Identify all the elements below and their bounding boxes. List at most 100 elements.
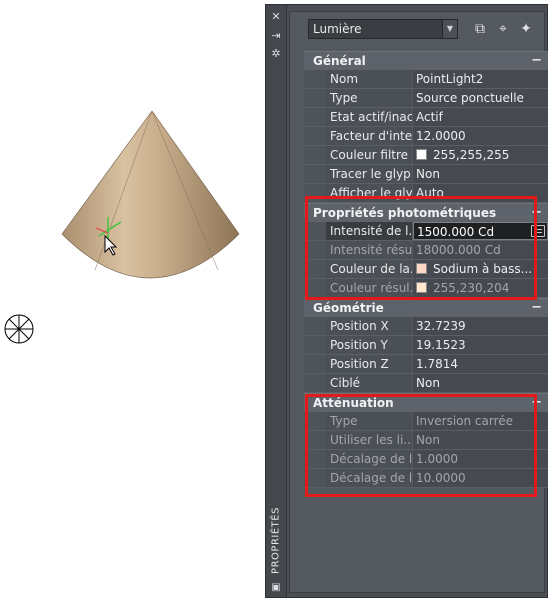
property-name: Position X xyxy=(326,317,412,335)
property-row[interactable]: Etat actif/inac... Actif xyxy=(304,108,548,127)
property-value[interactable]: 255,255,255 xyxy=(413,146,548,164)
color-swatch-icon xyxy=(416,263,427,274)
toggle-pickadd-button[interactable]: ✦ xyxy=(516,20,536,38)
property-row[interactable]: Décalage de l... 1.0000 xyxy=(304,450,548,469)
row-gutter xyxy=(304,336,326,354)
scene-svg xyxy=(4,110,240,344)
property-value: 10.0000 xyxy=(413,469,548,487)
select-objects-button[interactable]: ⌖ xyxy=(493,20,513,38)
palette-toolbar: Lumière ▼ ⧉ ⌖ ✦ xyxy=(308,19,550,41)
row-gutter xyxy=(304,222,326,240)
property-row[interactable]: Intensité de l... 1500.000 Cd xyxy=(304,222,548,241)
drawing-viewport[interactable] xyxy=(0,0,265,600)
property-value[interactable]: 32.7239 xyxy=(413,317,548,335)
properties-palette: ✕ ⇥ ✲ PROPRIÉTÉS ▣ Lumière ▼ ⧉ ⌖ ✦ Génér… xyxy=(265,4,548,598)
property-name: Etat actif/inac... xyxy=(326,108,412,126)
row-gutter xyxy=(304,412,326,430)
property-name: Position Z xyxy=(326,355,412,373)
property-value-input[interactable]: 1500.000 Cd xyxy=(413,222,548,240)
property-value-text: 1500.000 Cd xyxy=(417,225,495,239)
collapse-icon[interactable]: − xyxy=(531,394,542,412)
property-value[interactable]: Source ponctuelle xyxy=(413,89,548,107)
section-header-general[interactable]: Général − xyxy=(304,51,548,70)
property-name: Ciblé xyxy=(326,374,412,392)
quick-select-icon: ⧉ xyxy=(475,21,485,37)
property-row[interactable]: Décalage de l... 10.0000 xyxy=(304,469,548,488)
property-row[interactable]: Afficher le gly... Auto xyxy=(304,184,548,203)
collapse-icon[interactable]: − xyxy=(531,299,542,317)
collapse-icon[interactable]: − xyxy=(531,52,542,70)
property-row[interactable]: Utiliser les li... Non xyxy=(304,431,548,450)
property-value-text: Actif xyxy=(416,110,443,124)
row-gutter xyxy=(304,317,326,335)
property-value-text: Source ponctuelle xyxy=(416,91,524,105)
property-value: 1.0000 xyxy=(413,450,548,468)
property-name: Afficher le gly... xyxy=(326,184,412,202)
row-gutter xyxy=(304,260,326,278)
collapse-icon[interactable]: − xyxy=(531,204,542,222)
property-row[interactable]: Position Y 19.1523 xyxy=(304,336,548,355)
property-value[interactable]: 19.1523 xyxy=(413,336,548,354)
property-name: Intensité résu... xyxy=(326,241,412,259)
property-value-text: Non xyxy=(416,433,440,447)
property-value: 255,230,204 xyxy=(413,279,548,297)
property-value[interactable]: 12.0000 xyxy=(413,127,548,145)
property-row[interactable]: Ciblé Non xyxy=(304,374,548,393)
property-value-text: Non xyxy=(416,376,440,390)
property-name: Position Y xyxy=(326,336,412,354)
settings-icon[interactable]: ✲ xyxy=(269,47,283,61)
property-name: Utiliser les li... xyxy=(326,431,412,449)
property-value[interactable]: Actif xyxy=(413,108,548,126)
property-row[interactable]: Type Inversion carrée xyxy=(304,412,548,431)
section-header-geometrie[interactable]: Géométrie − xyxy=(304,298,548,317)
property-row[interactable]: Couleur résul... 255,230,204 xyxy=(304,279,548,298)
row-gutter xyxy=(304,450,326,468)
palette-menu-icon[interactable]: ▣ xyxy=(269,581,283,595)
select-objects-icon: ⌖ xyxy=(499,21,507,37)
property-value-text: 255,255,255 xyxy=(433,148,510,162)
property-row[interactable]: Couleur filtre 255,255,255 xyxy=(304,146,548,165)
section-header-attenuation[interactable]: Atténuation − xyxy=(304,393,548,412)
property-row[interactable]: Facteur d'inte... 12.0000 xyxy=(304,127,548,146)
property-value-text: 10.0000 xyxy=(416,471,466,485)
property-name: Type xyxy=(326,89,412,107)
section-title: Propriétés photométriques xyxy=(313,206,497,220)
edit-value-icon[interactable] xyxy=(531,225,545,237)
object-type-value: Lumière xyxy=(313,22,362,36)
property-row[interactable]: Intensité résu... 18000.000 Cd xyxy=(304,241,548,260)
section-header-proprietes-photometriques[interactable]: Propriétés photométriques − xyxy=(304,203,548,222)
property-name: Décalage de l... xyxy=(326,469,412,487)
property-row[interactable]: Couleur de la... Sodium à bass... xyxy=(304,260,548,279)
close-icon[interactable]: ✕ xyxy=(269,10,283,24)
property-value-text: Inversion carrée xyxy=(416,414,514,428)
property-value[interactable]: 1.7814 xyxy=(413,355,548,373)
property-row[interactable]: Position Z 1.7814 xyxy=(304,355,548,374)
row-gutter xyxy=(304,469,326,487)
property-value-text: 19.1523 xyxy=(416,338,466,352)
autohide-icon[interactable]: ⇥ xyxy=(269,29,283,43)
row-gutter xyxy=(304,127,326,145)
property-value-text: Non xyxy=(416,167,440,181)
palette-title-strip: ✕ ⇥ ✲ PROPRIÉTÉS ▣ xyxy=(266,5,287,597)
color-swatch-icon xyxy=(416,149,427,160)
row-gutter xyxy=(304,431,326,449)
property-row[interactable]: Nom PointLight2 xyxy=(304,70,548,89)
property-value[interactable]: Sodium à bass... xyxy=(413,260,548,278)
property-value-text: 1.0000 xyxy=(416,452,458,466)
point-light-glyph-icon[interactable] xyxy=(4,314,34,344)
object-type-select[interactable]: Lumière ▼ xyxy=(308,19,458,39)
property-value[interactable]: Non xyxy=(413,374,548,392)
property-value[interactable]: PointLight2 xyxy=(413,70,548,88)
section-title: Atténuation xyxy=(313,396,394,410)
property-row[interactable]: Position X 32.7239 xyxy=(304,317,548,336)
cone-object[interactable] xyxy=(61,110,240,279)
property-row[interactable]: Tracer le glyp... Non xyxy=(304,165,548,184)
property-value[interactable]: Non xyxy=(413,165,548,183)
property-value-text: 255,230,204 xyxy=(433,281,510,295)
quick-select-button[interactable]: ⧉ xyxy=(470,20,490,38)
palette-title: PROPRIÉTÉS xyxy=(270,507,282,574)
property-row[interactable]: Type Source ponctuelle xyxy=(304,89,548,108)
property-name: Décalage de l... xyxy=(326,450,412,468)
property-value[interactable]: Auto xyxy=(413,184,548,202)
property-name: Type xyxy=(326,412,412,430)
